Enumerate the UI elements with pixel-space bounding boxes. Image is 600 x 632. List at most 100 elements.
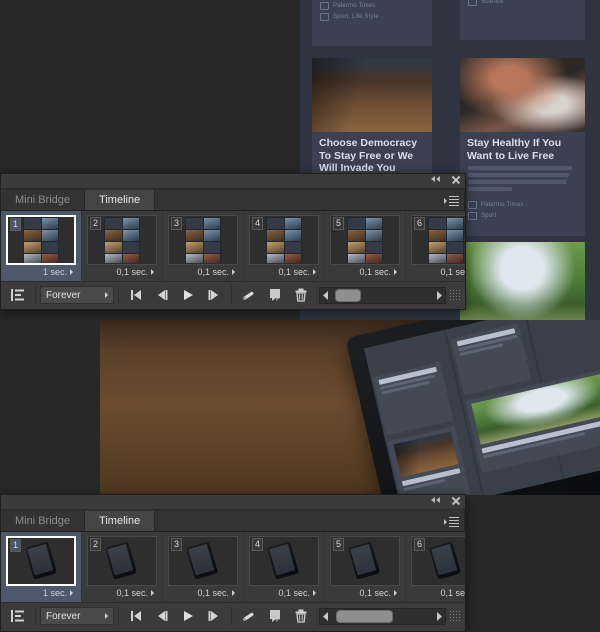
scroll-left-icon[interactable] bbox=[320, 288, 332, 303]
scroll-right-icon[interactable] bbox=[433, 609, 445, 624]
frame-thumbnail[interactable]: 6 bbox=[411, 215, 465, 265]
timeline-panel-bottom[interactable]: Mini Bridge Timeline 1 1 sec. 2 0,1 sec. 3 0,… bbox=[0, 494, 466, 632]
card-source-row: Palermo Times bbox=[312, 2, 432, 10]
frame-delay-dropdown[interactable]: 1 sec. bbox=[6, 586, 76, 598]
loop-options-dropdown[interactable]: Forever bbox=[40, 286, 114, 304]
resize-grip[interactable] bbox=[449, 289, 461, 301]
delete-selected-frames-icon[interactable] bbox=[288, 284, 314, 306]
scrollbar-track[interactable] bbox=[332, 609, 433, 623]
frame-thumbnail[interactable]: 1 bbox=[6, 536, 76, 586]
play-animation-icon[interactable] bbox=[175, 284, 201, 306]
frame-delay-dropdown[interactable]: 0,1 sec. bbox=[411, 586, 465, 598]
frame-delay-dropdown[interactable]: 0,1 sec. bbox=[330, 586, 400, 598]
card-title: Stay Healthy If You Want to Live Free bbox=[467, 137, 562, 162]
frame-cell[interactable]: 5 0,1 sec. bbox=[325, 211, 406, 281]
animation-frames-strip[interactable]: 1 1 sec. 2 0,1 sec. 3 0,1 sec. 4 0,1 sec. 5 0,1 s… bbox=[1, 532, 465, 603]
frame-cell[interactable]: 1 1 sec. bbox=[1, 532, 82, 602]
frame-thumbnail[interactable]: 2 bbox=[87, 536, 157, 586]
frame-delay-dropdown[interactable]: 0,1 sec. bbox=[249, 586, 319, 598]
frame-delay-dropdown[interactable]: 0,1 sec. bbox=[330, 265, 400, 277]
news-card-healthy[interactable]: Stay Healthy If You Want to Live Free Pa… bbox=[460, 58, 585, 236]
news-card-top-left[interactable]: Palermo Times Sport, Life Style bbox=[312, 0, 432, 46]
timeline-panel-top[interactable]: Mini Bridge Timeline 1 1 sec. 2 0,1 sec. 3 0,… bbox=[0, 173, 466, 310]
loop-options-dropdown[interactable]: Forever bbox=[40, 607, 114, 625]
frame-cell[interactable]: 4 0,1 sec. bbox=[244, 532, 325, 602]
timeline-toolbar[interactable]: Forever bbox=[1, 282, 465, 308]
panel-titlebar bbox=[1, 174, 465, 189]
convert-to-video-timeline-icon[interactable] bbox=[5, 284, 31, 306]
frame-cell[interactable]: 6 0,1 sec. bbox=[406, 211, 465, 281]
news-card-democracy[interactable]: Choose Democracy To Stay Free or We Will… bbox=[312, 58, 432, 188]
news-card-top-right[interactable]: New York Times Science bbox=[460, 0, 585, 40]
panel-tab-bar[interactable]: Mini Bridge Timeline bbox=[1, 510, 465, 532]
frame-delay-dropdown[interactable]: 0,1 sec. bbox=[87, 265, 157, 277]
frame-thumbnail-image bbox=[266, 217, 302, 263]
frame-thumbnail[interactable]: 6 bbox=[411, 536, 465, 586]
frame-delay-dropdown[interactable]: 0,1 sec. bbox=[168, 586, 238, 598]
frame-thumbnail[interactable]: 2 bbox=[87, 215, 157, 265]
panel-tab-bar[interactable]: Mini Bridge Timeline bbox=[1, 189, 465, 211]
frame-delay-dropdown[interactable]: 0,1 sec. bbox=[411, 265, 465, 277]
duplicate-selected-frames-icon[interactable] bbox=[262, 284, 288, 306]
timeline-toolbar[interactable]: Forever bbox=[1, 603, 465, 629]
panel-menu-icon[interactable] bbox=[444, 516, 459, 527]
scroll-left-icon[interactable] bbox=[320, 609, 332, 624]
tween-animation-frames-icon[interactable] bbox=[236, 605, 262, 627]
frame-cell[interactable]: 4 0,1 sec. bbox=[244, 211, 325, 281]
collapse-to-icons-icon[interactable] bbox=[431, 175, 442, 184]
tab-mini-bridge[interactable]: Mini Bridge bbox=[1, 511, 86, 531]
tab-mini-bridge[interactable]: Mini Bridge bbox=[1, 190, 86, 210]
frame-cell[interactable]: 2 0,1 sec. bbox=[82, 532, 163, 602]
frame-thumbnail-image bbox=[23, 217, 59, 263]
scrollbar-thumb[interactable] bbox=[335, 288, 362, 302]
frame-delay-value: 0,1 sec. bbox=[359, 588, 391, 598]
man-with-tablet-photo bbox=[460, 58, 585, 132]
play-animation-icon[interactable] bbox=[175, 605, 201, 627]
frame-thumbnail[interactable]: 4 bbox=[249, 536, 319, 586]
frame-cell[interactable]: 3 0,1 sec. bbox=[163, 532, 244, 602]
close-icon[interactable] bbox=[451, 496, 460, 505]
close-icon[interactable] bbox=[451, 175, 460, 184]
resize-grip[interactable] bbox=[449, 610, 461, 622]
duplicate-selected-frames-icon[interactable] bbox=[262, 605, 288, 627]
frame-thumbnail[interactable]: 5 bbox=[330, 215, 400, 265]
frame-thumbnail[interactable]: 4 bbox=[249, 215, 319, 265]
scrollbar-track[interactable] bbox=[332, 288, 433, 302]
frame-thumbnail[interactable]: 1 bbox=[6, 215, 76, 265]
frame-cell[interactable]: 6 0,1 sec. bbox=[406, 532, 465, 602]
select-first-frame-icon[interactable] bbox=[123, 284, 149, 306]
frame-number: 1 bbox=[10, 539, 22, 552]
collapse-to-icons-icon[interactable] bbox=[431, 496, 442, 505]
select-previous-frame-icon[interactable] bbox=[149, 605, 175, 627]
frame-delay-value: 0,1 sec. bbox=[440, 588, 465, 598]
frame-thumbnail[interactable]: 5 bbox=[330, 536, 400, 586]
scroll-right-icon[interactable] bbox=[433, 288, 445, 303]
convert-to-video-timeline-icon[interactable] bbox=[5, 605, 31, 627]
frame-cell[interactable]: 2 0,1 sec. bbox=[82, 211, 163, 281]
frame-delay-dropdown[interactable]: 0,1 sec. bbox=[249, 265, 319, 277]
frame-cell[interactable]: 3 0,1 sec. bbox=[163, 211, 244, 281]
card-title: Choose Democracy To Stay Free or We Will… bbox=[319, 137, 418, 174]
frame-thumbnail[interactable]: 3 bbox=[168, 215, 238, 265]
frames-scrollbar[interactable] bbox=[319, 286, 446, 304]
delete-selected-frames-icon[interactable] bbox=[288, 605, 314, 627]
panel-menu-icon[interactable] bbox=[444, 195, 459, 206]
select-next-frame-icon[interactable] bbox=[201, 605, 227, 627]
select-previous-frame-icon[interactable] bbox=[149, 284, 175, 306]
frames-scrollbar[interactable] bbox=[319, 607, 446, 625]
tab-timeline[interactable]: Timeline bbox=[85, 511, 156, 531]
frame-number: 4 bbox=[252, 538, 264, 551]
select-next-frame-icon[interactable] bbox=[201, 284, 227, 306]
frame-delay-dropdown[interactable]: 0,1 sec. bbox=[87, 586, 157, 598]
frame-delay-dropdown[interactable]: 1 sec. bbox=[6, 265, 76, 277]
chevron-down-icon bbox=[232, 269, 235, 275]
frame-delay-dropdown[interactable]: 0,1 sec. bbox=[168, 265, 238, 277]
scrollbar-thumb[interactable] bbox=[336, 609, 393, 623]
frame-cell[interactable]: 1 1 sec. bbox=[1, 211, 82, 281]
select-first-frame-icon[interactable] bbox=[123, 605, 149, 627]
frame-thumbnail[interactable]: 3 bbox=[168, 536, 238, 586]
frame-cell[interactable]: 5 0,1 sec. bbox=[325, 532, 406, 602]
animation-frames-strip[interactable]: 1 1 sec. 2 0,1 sec. 3 0,1 sec. 4 0,1 sec. 5 0,1 s… bbox=[1, 211, 465, 282]
tab-timeline[interactable]: Timeline bbox=[85, 190, 156, 210]
tween-animation-frames-icon[interactable] bbox=[236, 284, 262, 306]
